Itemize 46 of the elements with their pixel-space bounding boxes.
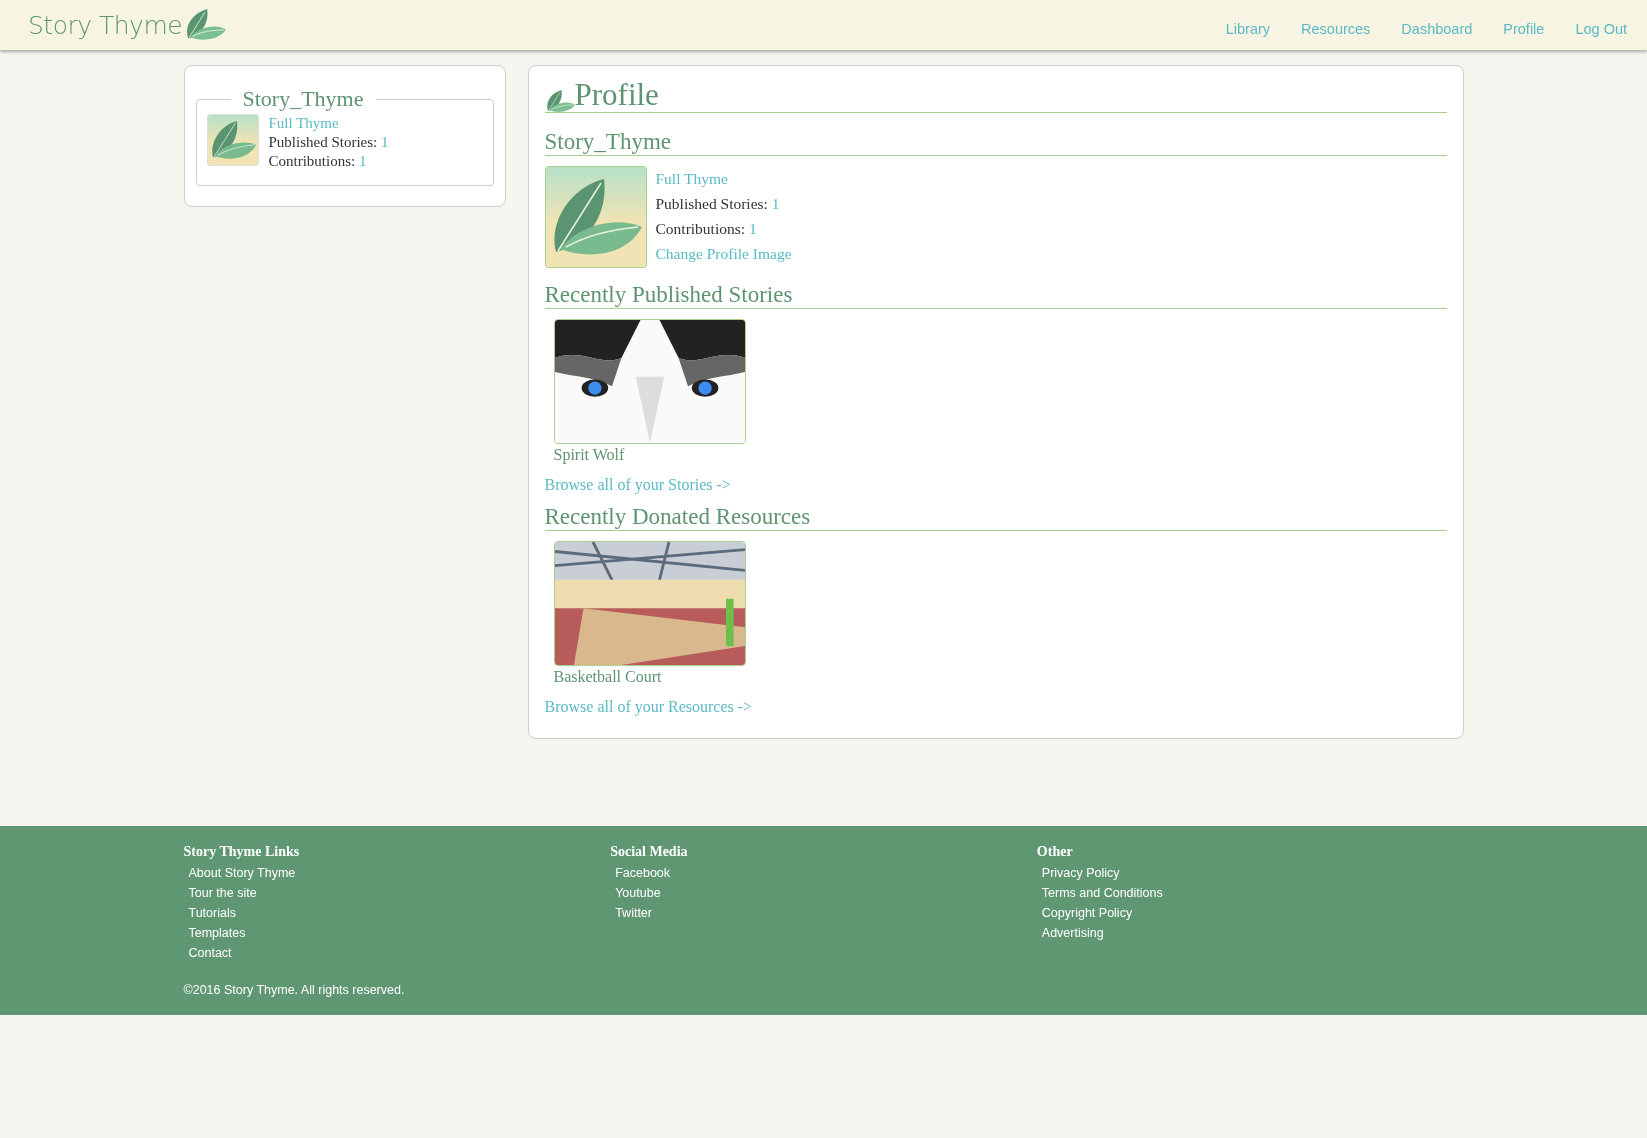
avatar-icon <box>544 166 647 268</box>
footer-heading: Social Media <box>610 844 689 860</box>
nav-link[interactable]: Dashboard <box>1401 21 1473 37</box>
footer-link[interactable]: Twitter <box>615 903 1037 923</box>
footer-heading: Story Thyme Links <box>183 844 301 860</box>
stat-value[interactable]: 1 <box>748 220 757 237</box>
section-heading: Recently Published Stories <box>544 282 1447 309</box>
stat-value[interactable]: 1 <box>358 153 367 169</box>
footer-heading: Other <box>1036 844 1074 860</box>
nav-link[interactable]: Library <box>1225 21 1271 37</box>
footer-link[interactable]: About Story Thyme <box>188 863 611 883</box>
nav-link[interactable]: Profile <box>1503 21 1545 37</box>
footer-link[interactable]: Tutorials <box>188 903 611 923</box>
footer-link[interactable]: Facebook <box>615 863 1037 883</box>
footer-link[interactable]: Copyright Policy <box>1041 903 1464 923</box>
footer-link[interactable]: Youtube <box>615 883 1037 903</box>
stat-label: Published Stories: 1 <box>268 133 389 152</box>
footer-link[interactable]: Tour the site <box>188 883 611 903</box>
avatar-icon <box>206 114 259 166</box>
page-title: Profile <box>544 78 1447 113</box>
change-image-link[interactable]: Change Profile Image <box>655 241 792 266</box>
footer-link[interactable]: Advertising <box>1041 923 1464 943</box>
section-heading: Story_Thyme <box>544 129 1447 156</box>
leaf-icon <box>184 9 227 41</box>
leaf-icon <box>544 89 575 112</box>
stat-label: Contributions: 1 <box>655 219 758 239</box>
stat-value[interactable]: 1 <box>771 195 780 212</box>
nav-link[interactable]: Resources <box>1301 21 1371 37</box>
browse-link[interactable]: Browse all of your Resources -> <box>544 698 753 716</box>
username: Story_Thyme <box>241 86 365 112</box>
footer-link[interactable]: Privacy Policy <box>1041 863 1464 883</box>
footer-link[interactable]: Contact <box>188 943 611 963</box>
stat-label: Contributions: 1 <box>268 152 368 171</box>
footer-link[interactable]: Terms and Conditions <box>1041 883 1464 903</box>
stat-value[interactable]: 1 <box>381 134 389 150</box>
rank-link[interactable]: Full Thyme <box>268 114 389 133</box>
rank-link[interactable]: Full Thyme <box>655 166 792 191</box>
stat-label: Published Stories: 1 <box>655 194 781 214</box>
copyright: ©2016 Story Thyme. All rights reserved. <box>183 983 406 997</box>
browse-link[interactable]: Browse all of your Stories -> <box>544 476 731 494</box>
logo-text[interactable]: Story Thyme <box>28 10 183 40</box>
nav-link[interactable]: Log Out <box>1575 21 1627 37</box>
section-heading: Recently Donated Resources <box>544 504 1447 531</box>
item-title[interactable]: Basketball Court <box>553 668 756 686</box>
item-title[interactable]: Spirit Wolf <box>553 446 756 464</box>
footer-link[interactable]: Templates <box>188 923 611 943</box>
